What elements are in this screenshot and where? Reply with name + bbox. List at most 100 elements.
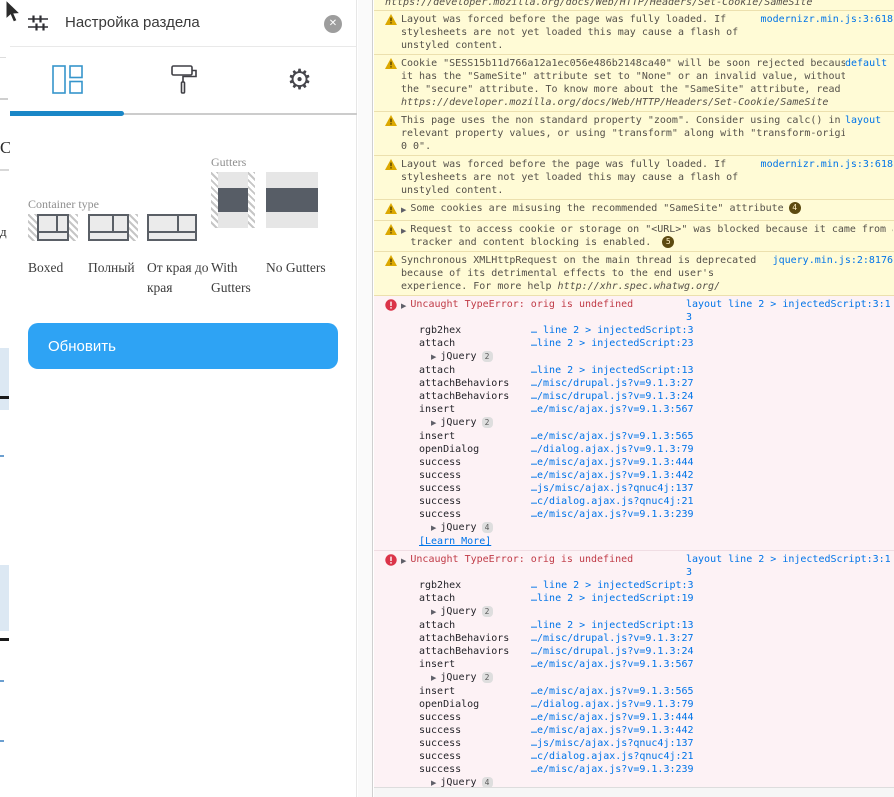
option-edge-to-edge[interactable] <box>147 214 197 241</box>
message-text: Layout was forced before the page was fu… <box>401 159 739 196</box>
option-label-no-gutters: No Gutters <box>266 260 326 275</box>
message-link[interactable]: http://xhr.spec.whatwg.org/ <box>558 281 721 292</box>
expand-arrow-icon[interactable]: ▶ <box>401 204 406 217</box>
jquery-group-row[interactable]: ▶ jQuery 2 <box>385 416 893 430</box>
stack-function-name: attachBehaviors <box>419 646 510 657</box>
jquery-group-row[interactable]: ▶ jQuery 2 <box>385 350 893 364</box>
console-warning-row: Layout was forced before the page was fu… <box>374 156 894 200</box>
learn-more-link[interactable]: [Learn More] <box>419 536 491 547</box>
source-location-link[interactable]: layout line 2 > injectedScript:3:13 <box>686 553 893 579</box>
source-location-link[interactable]: layout <box>845 114 893 127</box>
paint-roller-icon <box>170 65 197 94</box>
stack-source-link[interactable]: …e/misc/ajax.js?v=9.1.3:444 <box>531 456 694 469</box>
update-button[interactable]: Обновить <box>28 323 338 369</box>
stack-source-link[interactable]: …/misc/drupal.js?v=9.1.3:27 <box>531 632 694 645</box>
expand-arrow-icon[interactable]: ▶ <box>431 608 436 616</box>
console-warning-row: Synchronous XMLHttpRequest on the main t… <box>374 252 894 296</box>
stack-source-link[interactable]: …e/misc/ajax.js?v=9.1.3:239 <box>531 763 694 776</box>
stack-source-link[interactable]: …/dialog.ajax.js?v=9.1.3:79 <box>531 698 694 711</box>
stack-frame-row: openDialog …/dialog.ajax.js?v=9.1.3:79 <box>385 443 893 456</box>
stack-source-link[interactable]: …e/misc/ajax.js?v=9.1.3:565 <box>531 430 694 443</box>
source-location-link[interactable]: modernizr.min.js:3:618 <box>761 13 893 26</box>
background-fragment <box>0 565 9 631</box>
warning-icon <box>385 115 397 130</box>
group-count-badge: 2 <box>481 672 493 683</box>
stack-source-link[interactable]: …e/misc/ajax.js?v=9.1.3:444 <box>531 711 694 724</box>
source-location-link[interactable]: layout line 2 > injectedScript:3:13 <box>686 298 893 324</box>
tab-style[interactable] <box>126 47 241 112</box>
expand-arrow-icon[interactable]: ▶ <box>431 419 436 427</box>
expand-arrow-icon[interactable]: ▶ <box>431 779 436 787</box>
stack-source-link[interactable]: …e/misc/ajax.js?v=9.1.3:442 <box>531 469 694 482</box>
stack-function-name: attachBehaviors <box>419 378 510 389</box>
group-count-badge: 2 <box>481 606 493 617</box>
stack-source-link[interactable]: …/misc/drupal.js?v=9.1.3:27 <box>531 377 694 390</box>
message-text: Layout was forced before the page was fu… <box>401 14 739 51</box>
stack-source-link[interactable]: …line 2 > injectedScript:13 <box>531 364 694 377</box>
stack-source-link[interactable]: …e/misc/ajax.js?v=9.1.3:567 <box>531 403 694 416</box>
group-count-badge: 2 <box>481 351 493 362</box>
message-link[interactable]: https://developer.mozilla.org/docs/Web/H… <box>401 97 828 108</box>
expand-arrow-icon[interactable]: ▶ <box>401 555 406 568</box>
stack-source-link[interactable]: …e/misc/ajax.js?v=9.1.3:567 <box>531 658 694 671</box>
close-icon[interactable]: ✕ <box>324 15 342 33</box>
stack-source-link[interactable]: … line 2 > injectedScript:3 <box>531 324 694 337</box>
expand-arrow-icon[interactable]: ▶ <box>431 353 436 361</box>
expand-arrow-icon[interactable]: ▶ <box>431 674 436 682</box>
source-location-link[interactable]: modernizr.min.js:3:618 <box>761 158 893 171</box>
option-boxed[interactable] <box>28 214 78 241</box>
stack-source-link[interactable]: …line 2 > injectedScript:19 <box>531 592 694 605</box>
group-name: jQuery <box>440 606 477 617</box>
tab-layout[interactable] <box>10 47 125 112</box>
expand-arrow-icon[interactable]: ▶ <box>401 300 406 313</box>
source-location-link[interactable]: jquery.min.js:2:8176 <box>773 254 893 267</box>
background-fragment <box>0 57 6 58</box>
stack-source-link[interactable]: …/misc/drupal.js?v=9.1.3:24 <box>531 645 694 658</box>
stack-source-link[interactable]: …js/misc/ajax.js?qnuc4j:137 <box>531 737 694 750</box>
stack-function-name: attach <box>419 365 456 376</box>
stack-source-link[interactable]: …e/misc/ajax.js?v=9.1.3:442 <box>531 724 694 737</box>
stack-frame-row: insert …e/misc/ajax.js?v=9.1.3:565 <box>385 685 893 698</box>
stack-function-name: attachBehaviors <box>419 633 510 644</box>
error-icon <box>385 554 397 570</box>
jquery-group-row[interactable]: ▶ jQuery 2 <box>385 605 893 619</box>
stack-function-name: insert <box>419 404 456 415</box>
jquery-group-row[interactable]: ▶ jQuery 2 <box>385 671 893 685</box>
stack-function-name: success <box>419 496 462 507</box>
stack-frame-row: insert …e/misc/ajax.js?v=9.1.3:565 <box>385 430 893 443</box>
stack-frame-row: rgb2hex … line 2 > injectedScript:3 <box>385 324 893 337</box>
warning-icon <box>385 203 397 218</box>
option-label-full: Полный <box>88 260 135 275</box>
error-header: ▶ Uncaught TypeError: orig is undefined la… <box>385 553 893 579</box>
option-full[interactable] <box>88 214 138 241</box>
stack-function-name: success <box>419 483 462 494</box>
stack-function-name: openDialog <box>419 444 480 455</box>
repeat-count-badge: 5 <box>662 236 675 248</box>
stack-frame-row: attach …line 2 > injectedScript:23 <box>385 337 893 350</box>
message-link[interactable]: https://developer.mozilla.org/docs/Web/H… <box>385 0 812 8</box>
option-no-gutters[interactable] <box>266 172 318 228</box>
option-with-gutters[interactable] <box>211 172 255 228</box>
stack-source-link[interactable]: …e/misc/ajax.js?v=9.1.3:565 <box>531 685 694 698</box>
stack-source-link[interactable]: …c/dialog.ajax.js?qnuc4j:21 <box>531 495 694 508</box>
stack-source-link[interactable]: …js/misc/ajax.js?qnuc4j:137 <box>531 482 694 495</box>
stack-source-link[interactable]: …c/dialog.ajax.js?qnuc4j:21 <box>531 750 694 763</box>
stack-source-link[interactable]: …/misc/drupal.js?v=9.1.3:24 <box>531 390 694 403</box>
stack-source-link[interactable]: …line 2 > injectedScript:13 <box>531 619 694 632</box>
jquery-group-row[interactable]: ▶ jQuery 4 <box>385 521 893 535</box>
gutters-group-label: Gutters <box>211 155 247 169</box>
expand-arrow-icon[interactable]: ▶ <box>401 225 406 238</box>
source-location-link[interactable]: default <box>845 57 893 70</box>
background-fragment <box>0 348 9 410</box>
stack-source-link[interactable]: …line 2 > injectedScript:23 <box>531 337 694 350</box>
expand-arrow-icon[interactable]: ▶ <box>431 524 436 532</box>
background-fragment <box>0 169 9 171</box>
stack-source-link[interactable]: …e/misc/ajax.js?v=9.1.3:239 <box>531 508 694 521</box>
stack-function-name: insert <box>419 659 456 670</box>
stack-source-link[interactable]: …/dialog.ajax.js?v=9.1.3:79 <box>531 443 694 456</box>
stack-source-link[interactable]: … line 2 > injectedScript:3 <box>531 579 694 592</box>
stack-function-name: attach <box>419 338 456 349</box>
stack-function-name: insert <box>419 686 456 697</box>
option-label-boxed: Boxed <box>28 260 64 275</box>
tab-settings[interactable]: ⚙ <box>242 47 357 112</box>
